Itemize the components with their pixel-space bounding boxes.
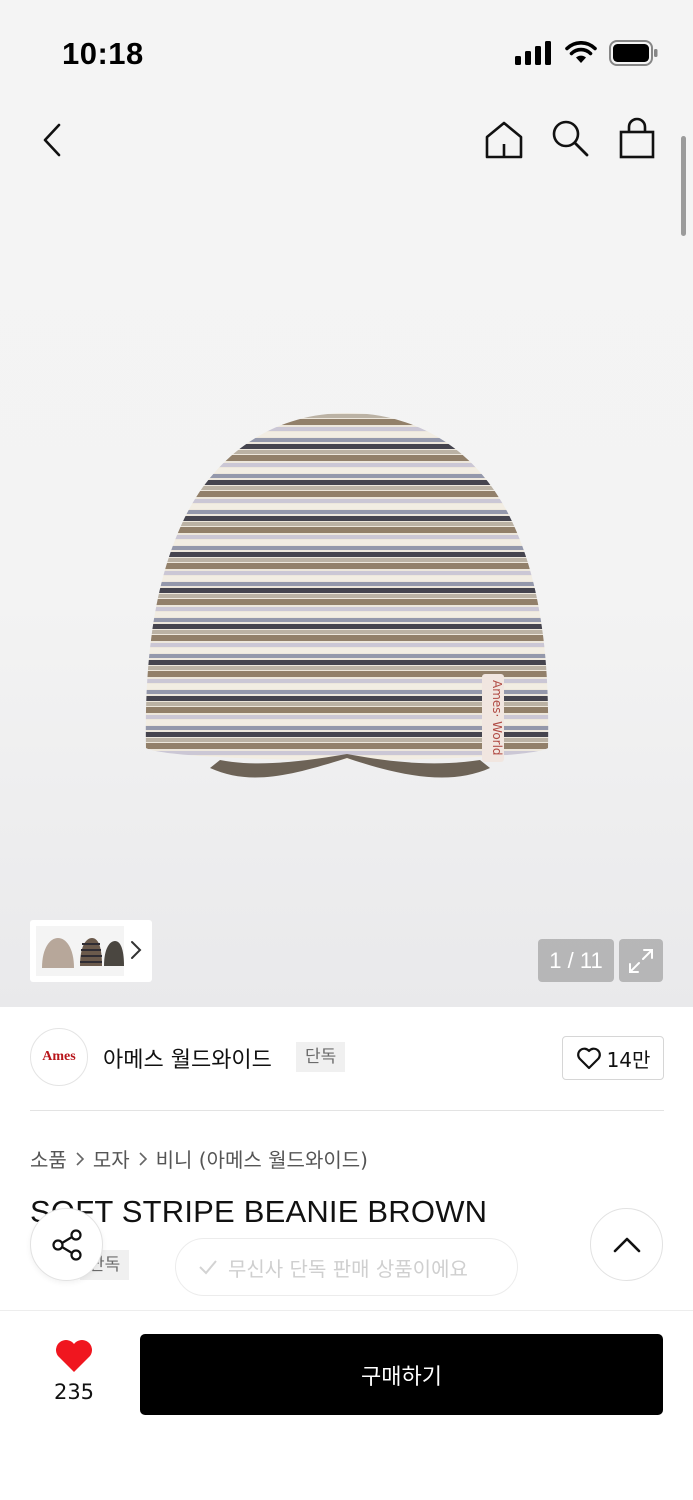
chevron-right-icon (139, 1151, 147, 1166)
chevron-right-icon (76, 1151, 84, 1166)
exclusive-notice: 무신사 단독 판매 상품이에요 (175, 1238, 518, 1296)
chevron-up-icon (613, 1237, 640, 1252)
shopping-bag-icon (619, 117, 655, 159)
breadcrumb: 소품 모자 비니 (아메스 월드와이드) (30, 1144, 368, 1173)
status-time: 10:18 (62, 36, 144, 71)
brand-like-count: 14만 (606, 1047, 651, 1072)
thumbnail-image[interactable] (36, 926, 124, 976)
chevron-right-icon[interactable] (130, 940, 142, 960)
brand-name[interactable]: 아메스 월드와이드 (103, 1042, 272, 1074)
brand-logo-text: Ames (42, 1049, 76, 1064)
signal-icon (515, 41, 551, 65)
breadcrumb-item[interactable]: 소품 (30, 1144, 67, 1173)
heart-outline-icon (576, 1047, 601, 1070)
brand-exclusive-badge: 단독 (296, 1042, 346, 1072)
share-button[interactable] (30, 1208, 103, 1281)
home-button[interactable] (482, 118, 526, 162)
product-gallery[interactable]: 10:18 Ames· World 1 / 11 (0, 0, 693, 1007)
home-icon (485, 121, 523, 159)
expand-button[interactable] (619, 939, 663, 982)
scroll-top-button[interactable] (590, 1208, 663, 1281)
exclusive-notice-text: 무신사 단독 판매 상품이에요 (228, 1256, 468, 1281)
check-icon (199, 1260, 217, 1275)
back-icon (43, 123, 61, 157)
svg-text:Ames· World: Ames· World (490, 680, 504, 756)
search-button[interactable] (548, 116, 592, 160)
wifi-icon (565, 41, 597, 63)
image-counter: 1 / 11 (538, 939, 614, 982)
brand-logo[interactable]: Ames (30, 1028, 88, 1086)
breadcrumb-item[interactable]: 모자 (93, 1144, 130, 1173)
brand-row[interactable]: Ames 아메스 월드와이드 단독 14만 (30, 1028, 664, 1088)
thumbnail-strip[interactable] (30, 920, 152, 982)
expand-icon (629, 948, 653, 973)
battery-icon (609, 40, 658, 66)
heart-filled-icon[interactable] (54, 1338, 94, 1374)
buy-button[interactable]: 구매하기 (140, 1334, 663, 1415)
product-title: SOFT STRIPE BEANIE BROWN (30, 1194, 488, 1229)
product-image[interactable]: Ames· World (140, 408, 554, 786)
share-icon (51, 1228, 82, 1261)
breadcrumb-item[interactable]: 비니 (아메스 월드와이드) (156, 1144, 368, 1173)
brand-like-button[interactable]: 14만 (562, 1036, 664, 1080)
scroll-indicator[interactable] (681, 136, 686, 236)
status-icons (515, 40, 659, 66)
back-button[interactable] (30, 118, 74, 162)
search-icon (552, 120, 589, 157)
shopping-bag-button[interactable] (615, 116, 659, 160)
divider (30, 1110, 664, 1111)
status-bar: 10:18 (0, 0, 693, 100)
wish-count: 235 (53, 1380, 95, 1404)
